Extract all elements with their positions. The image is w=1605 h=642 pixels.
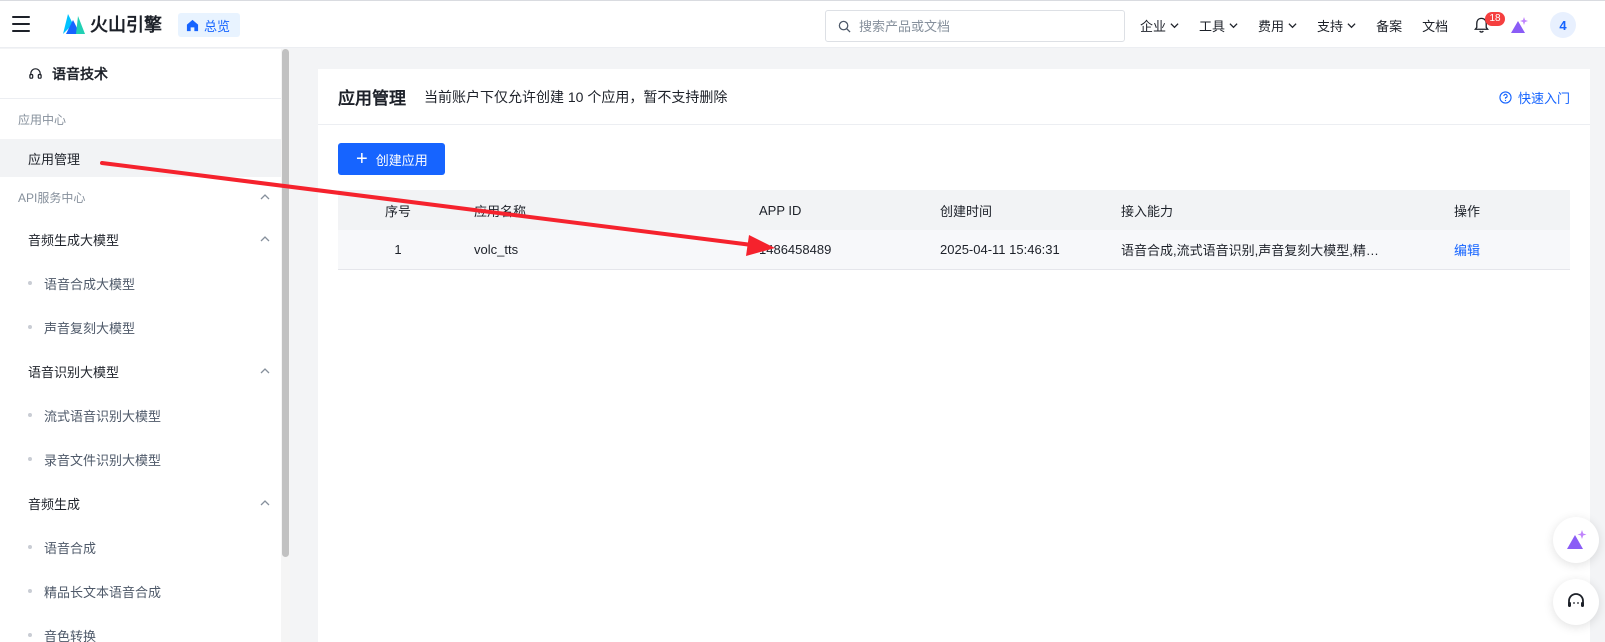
cell-app-id: 1486458489: [759, 242, 832, 257]
nav-enterprise[interactable]: 企业: [1140, 16, 1179, 35]
top-nav-links: 企业 工具 费用 支持 备案 文档: [1140, 15, 1468, 35]
search-box[interactable]: [825, 10, 1125, 42]
sidebar-item-tts-model[interactable]: 语音合成大模型: [0, 261, 290, 305]
column-header-actions: 操作: [1454, 203, 1481, 219]
scrollbar-thumb[interactable]: [282, 49, 289, 557]
cell-capabilities: 语音合成,流式语音识别,声音复刻大模型,精品长文本语音合成: [1121, 243, 1454, 258]
chevron-down-icon: [1170, 22, 1179, 28]
nav-tools[interactable]: 工具: [1199, 16, 1238, 35]
bullet-dot: [28, 589, 32, 593]
bullet-dot: [28, 281, 32, 285]
bullet-dot: [28, 545, 32, 549]
chevron-down-icon: [1229, 22, 1238, 28]
table-row: 1 volc_tts 1486458489 2025-04-11 15:46:3…: [338, 230, 1570, 270]
headset-icon: [1568, 593, 1584, 607]
create-app-button[interactable]: + 创建应用: [338, 143, 445, 175]
overview-label: 总览: [204, 18, 231, 34]
ai-assistant-icon[interactable]: [1509, 16, 1529, 35]
cell-app-name: volc_tts: [474, 242, 519, 257]
cell-created-time: 2025-04-11 15:46:31: [940, 242, 1060, 257]
sidebar-title: 语音技术: [52, 65, 108, 82]
sidebar-item-voice-clone[interactable]: 声音复刻大模型: [0, 305, 290, 349]
cell-index: 1: [394, 242, 402, 257]
sidebar-sub-audio-gen[interactable]: 音频生成: [0, 481, 290, 525]
column-header-app-id: APP ID: [759, 202, 802, 218]
sidebar-group-api[interactable]: API服务中心: [0, 177, 290, 217]
column-header-created: 创建时间: [940, 203, 993, 219]
sidebar-item-app-manage[interactable]: 应用管理: [0, 139, 290, 177]
column-header-index: 序号: [384, 203, 411, 219]
chevron-up-icon: [260, 368, 270, 374]
sidebar-sub-audio-gen-model[interactable]: 音频生成大模型: [0, 217, 290, 261]
page-title: 应用管理: [338, 89, 406, 108]
app-table: 序号 应用名称 APP ID 创建时间 接入能力 操作 1 volc_tts 1…: [338, 190, 1570, 270]
sidebar-item-voice-convert[interactable]: 音色转换: [0, 613, 290, 642]
brand-logo[interactable]: 火山引擎: [60, 11, 162, 37]
sidebar-scrollbar[interactable]: [281, 49, 290, 642]
hamburger-menu-icon[interactable]: [12, 16, 30, 32]
bullet-dot: [28, 325, 32, 329]
column-header-name: 应用名称: [474, 203, 527, 219]
nav-billing[interactable]: 费用: [1258, 16, 1297, 35]
quick-start-link[interactable]: 快速入门: [1499, 88, 1570, 107]
ai-float-button[interactable]: [1553, 517, 1599, 563]
help-circle-icon: [1499, 91, 1512, 104]
chevron-down-icon: [1347, 22, 1356, 28]
edit-link[interactable]: 编辑: [1454, 240, 1570, 259]
customer-service-button[interactable]: [1553, 579, 1599, 625]
page-description: 当前账户下仅允许创建 10 个应用，暂不支持删除: [424, 88, 728, 105]
sidebar-item-tts[interactable]: 语音合成: [0, 525, 290, 569]
nav-docs[interactable]: 文档: [1422, 16, 1448, 35]
nav-filing[interactable]: 备案: [1376, 16, 1402, 35]
sidebar: 语音技术 应用中心 应用管理 API服务中心 音频生成大模型 语音合成大模型 声…: [0, 49, 290, 642]
top-nav-bar: 火山引擎 总览 企业 工具 费用 支持 备案 文档 18 4: [0, 0, 1605, 48]
chevron-up-icon: [260, 500, 270, 506]
sidebar-sub-asr-model[interactable]: 语音识别大模型: [0, 349, 290, 393]
sidebar-item-stream-asr[interactable]: 流式语音识别大模型: [0, 393, 290, 437]
search-icon: [838, 20, 851, 33]
bullet-dot: [28, 413, 32, 417]
bullet-dot: [28, 633, 32, 637]
volcano-logo-icon: [63, 14, 85, 34]
chevron-down-icon: [1288, 22, 1297, 28]
chevron-up-icon: [260, 194, 270, 200]
bullet-dot: [28, 457, 32, 461]
nav-support[interactable]: 支持: [1317, 16, 1356, 35]
panel-header: 应用管理 当前账户下仅允许创建 10 个应用，暂不支持删除 快速入门: [318, 69, 1590, 125]
overview-button[interactable]: 总览: [178, 13, 241, 37]
sidebar-item-long-tts[interactable]: 精品长文本语音合成: [0, 569, 290, 613]
avatar[interactable]: 4: [1550, 12, 1576, 38]
sidebar-group-app-center: 应用中心: [18, 112, 67, 127]
search-input[interactable]: [859, 18, 1109, 34]
plus-icon: +: [356, 148, 368, 170]
main-panel: 应用管理 当前账户下仅允许创建 10 个应用，暂不支持删除 快速入门 + 创建应…: [318, 69, 1590, 642]
headset-icon: [29, 68, 42, 79]
sidebar-header: 语音技术: [0, 49, 290, 99]
column-header-capabilities: 接入能力: [1121, 203, 1174, 219]
ai-assistant-icon: [1567, 530, 1587, 549]
chevron-up-icon: [260, 236, 270, 242]
table-header: 序号 应用名称 APP ID 创建时间 接入能力 操作: [338, 190, 1570, 230]
sidebar-item-file-asr[interactable]: 录音文件识别大模型: [0, 437, 290, 481]
notification-badge: 18: [1485, 12, 1505, 26]
home-icon: [186, 19, 199, 31]
brand-name: 火山引擎: [90, 15, 162, 35]
